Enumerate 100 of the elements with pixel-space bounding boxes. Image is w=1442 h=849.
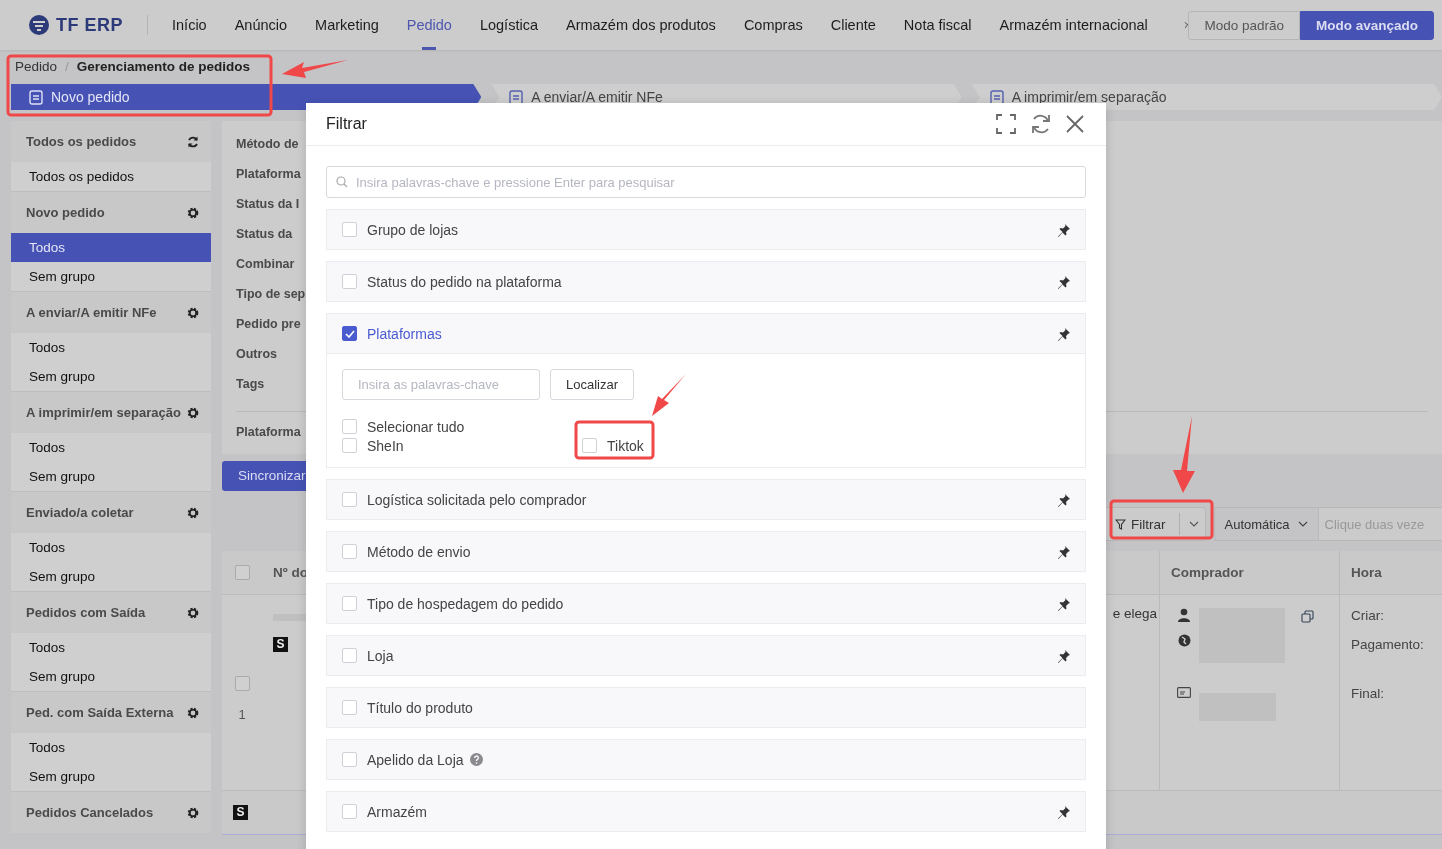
- filter-group-header[interactable]: Status do pedido na plataforma: [327, 262, 1085, 301]
- filter-group-header[interactable]: Grupo de lojas: [327, 210, 1085, 249]
- settings-icon[interactable]: [187, 506, 199, 519]
- breadcrumb-link[interactable]: Pedido: [15, 58, 58, 74]
- pin-icon[interactable]: [1057, 544, 1071, 559]
- clipboard-icon: [989, 89, 1004, 105]
- checkbox[interactable]: [342, 326, 357, 341]
- time-label: Final:: [1351, 686, 1384, 701]
- option-checkbox[interactable]: SheIn: [342, 436, 582, 455]
- sidebar-item[interactable]: Sem grupo: [11, 462, 211, 491]
- option-checkbox[interactable]: Tiktok: [582, 436, 682, 455]
- nav-link[interactable]: Armazém dos produtos: [565, 0, 716, 50]
- select-value: Automática: [1224, 516, 1290, 532]
- filter-group-header[interactable]: Loja: [327, 636, 1085, 675]
- sidebar-item[interactable]: Todos: [11, 733, 211, 762]
- sidebar-item[interactable]: Sem grupo: [11, 762, 211, 791]
- filter-group-header[interactable]: Método de envio: [327, 532, 1085, 571]
- sidebar-item[interactable]: Todos: [11, 233, 211, 262]
- pin-icon[interactable]: [1057, 648, 1071, 663]
- caret-icon: [1297, 521, 1308, 527]
- sidebar-group-header[interactable]: Enviado/a coletar: [11, 491, 211, 533]
- nav-link[interactable]: Anúncio: [234, 0, 288, 50]
- sidebar-item[interactable]: Todos: [11, 333, 211, 362]
- filter-label: Combinar: [236, 256, 295, 273]
- settings-icon[interactable]: [187, 806, 199, 819]
- sidebar-item[interactable]: Sem grupo: [11, 562, 211, 591]
- sidebar-item[interactable]: Todos: [11, 433, 211, 462]
- settings-icon[interactable]: [187, 206, 199, 219]
- mode-button[interactable]: Modo avançado: [1300, 10, 1434, 40]
- nav-link[interactable]: Logística: [479, 0, 538, 50]
- filter-group-label: Logística solicitada pelo comprador: [367, 491, 587, 508]
- nav-link[interactable]: Compras: [743, 0, 803, 50]
- status-tab[interactable]: A imprimir/em separação: [971, 84, 1442, 110]
- sidebar-group-header[interactable]: Ped. com Saída Externa: [11, 691, 211, 733]
- filter-label: Tipo de sep: [236, 286, 306, 303]
- find-button[interactable]: Localizar: [550, 369, 635, 400]
- sidebar-item[interactable]: Todos os pedidos: [11, 162, 211, 191]
- option-label: Tiktok: [607, 437, 644, 454]
- close-icon[interactable]: [1066, 115, 1084, 133]
- sidebar-group-header[interactable]: Todos os pedidos: [11, 121, 211, 162]
- help-icon[interactable]: [469, 753, 483, 766]
- nav-link[interactable]: Cliente: [830, 0, 876, 50]
- sidebar-item[interactable]: Sem grupo: [11, 262, 211, 291]
- status-tab[interactable]: Novo pedido: [11, 84, 482, 110]
- sidebar-group-header[interactable]: A imprimir/em separação: [11, 391, 211, 433]
- sidebar-group-header[interactable]: Pedidos com Saída: [11, 591, 211, 633]
- sidebar-item[interactable]: Todos: [11, 633, 211, 662]
- pin-icon[interactable]: [1057, 804, 1071, 819]
- nav-link[interactable]: Início: [172, 0, 207, 50]
- sidebar-item[interactable]: Sem grupo: [11, 362, 211, 391]
- pin-icon[interactable]: [1057, 492, 1071, 507]
- group-title: Todos os pedidos: [26, 134, 137, 149]
- user-icon: [1178, 608, 1190, 622]
- column-header: Comprador: [1159, 551, 1339, 594]
- refresh-icon[interactable]: [187, 135, 199, 148]
- filter-group-label: Status do pedido na plataforma: [367, 273, 562, 290]
- caret-icon[interactable]: [1188, 521, 1199, 527]
- filter-label: Plataforma: [236, 166, 301, 183]
- store-badge: S: [273, 637, 288, 652]
- filter-group-header[interactable]: Logística solicitada pelo comprador: [327, 480, 1085, 519]
- filter-group-header[interactable]: Apelido da Loja: [327, 740, 1085, 779]
- mode-button[interactable]: Modo padrão: [1188, 10, 1300, 40]
- filter-group-header[interactable]: Plataformas: [327, 314, 1085, 353]
- search-field[interactable]: Insira palavras-chave e pressione Enter para pesquisar: [326, 166, 1086, 198]
- filter-label: Método de: [236, 136, 299, 153]
- filter-label: Status da: [236, 226, 293, 243]
- filter-group-header[interactable]: Título do produto: [327, 688, 1085, 727]
- option-checkbox[interactable]: Selecionar tudo: [342, 417, 582, 436]
- store-badge: S: [233, 805, 248, 820]
- sidebar-item[interactable]: Sem grupo: [11, 662, 211, 691]
- sidebar-group-header[interactable]: Pedidos Cancelados: [11, 791, 211, 833]
- group-title: Enviado/a coletar: [26, 505, 134, 520]
- sort-select[interactable]: Automática: [1213, 507, 1318, 541]
- pin-icon[interactable]: [1057, 596, 1071, 611]
- settings-icon[interactable]: [187, 606, 199, 619]
- sidebar-group-header[interactable]: A enviar/A emitir NFe: [11, 291, 211, 333]
- clipboard-icon: [509, 89, 524, 105]
- fullscreen-icon[interactable]: [996, 114, 1016, 134]
- nav-link[interactable]: Nota fiscal: [903, 0, 972, 50]
- copy-icon[interactable]: [1301, 610, 1314, 623]
- settings-icon[interactable]: [187, 306, 199, 319]
- sidebar-group-header[interactable]: Novo pedido: [11, 191, 211, 233]
- settings-icon[interactable]: [187, 706, 199, 719]
- nav-link[interactable]: Pedido: [406, 0, 452, 50]
- nav-link[interactable]: Marketing: [315, 0, 379, 50]
- pin-icon[interactable]: [1057, 274, 1071, 289]
- breadcrumb-current: Gerenciamento de pedidos: [76, 58, 251, 74]
- refresh-icon[interactable]: [1030, 113, 1052, 135]
- sidebar-item[interactable]: Todos: [11, 533, 211, 562]
- settings-icon[interactable]: [187, 406, 199, 419]
- pin-icon[interactable]: [1057, 222, 1071, 237]
- checkbox[interactable]: [234, 565, 250, 580]
- filter-group-label: Método de envio: [367, 543, 471, 560]
- nav-link[interactable]: Armazém internacional: [999, 0, 1148, 50]
- filter-group-header[interactable]: Armazém: [327, 792, 1085, 831]
- keyword-field[interactable]: Insira as palavras-chave: [342, 369, 540, 400]
- pin-icon[interactable]: [1057, 326, 1071, 341]
- checkbox[interactable]: [234, 676, 250, 691]
- filter-group-header[interactable]: Tipo de hospedagem do pedido: [327, 584, 1085, 623]
- tab-label: A enviar/A emitir NFe: [531, 89, 663, 105]
